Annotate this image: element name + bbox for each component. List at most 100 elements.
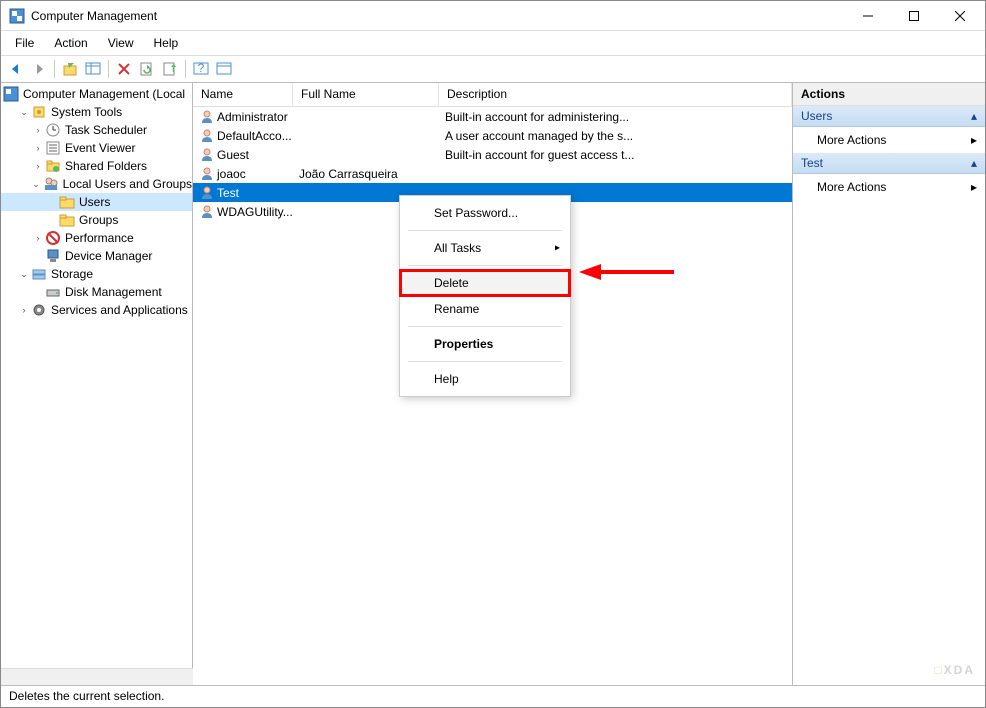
context-menu-item[interactable]: Set Password... [400, 200, 570, 226]
context-menu-item[interactable]: Help [400, 366, 570, 392]
tree-item-label: Task Scheduler [65, 123, 147, 137]
tree-item[interactable]: › Services and Applications [1, 301, 192, 319]
statusbar: Deletes the current selection. [1, 685, 985, 707]
tree-collapse-icon[interactable]: ⌄ [29, 177, 42, 191]
context-menu-item[interactable]: Properties [400, 331, 570, 357]
tree-item-label: Shared Folders [65, 159, 147, 173]
list-cell-name: joaoc [217, 167, 246, 181]
tree-item-label: Device Manager [65, 249, 152, 263]
storage-icon [31, 266, 47, 282]
chevron-right-icon: ▸ [971, 180, 977, 194]
context-menu: Set Password... All Tasks▸ DeleteRename Pro… [399, 195, 571, 397]
shared-folders-icon [45, 158, 61, 174]
list-row[interactable]: joaoc João Carrasqueira [193, 164, 792, 183]
context-menu-label: Set Password... [434, 206, 518, 220]
menubar: File Action View Help [1, 31, 985, 55]
collapse-icon: ▴ [971, 109, 977, 123]
user-icon [199, 109, 215, 125]
maximize-button[interactable] [891, 1, 937, 31]
tree-item[interactable]: › Task Scheduler [1, 121, 192, 139]
help-button[interactable]: ? [190, 58, 212, 80]
list-row[interactable]: Administrator Built-in account for admini… [193, 107, 792, 126]
tree-expand-icon[interactable]: › [31, 159, 45, 173]
list-cell-description: Built-in account for guest access t... [445, 148, 634, 162]
list-header-description[interactable]: Description [439, 83, 792, 106]
context-menu-label: Properties [434, 337, 493, 351]
list-header-fullname[interactable]: Full Name [293, 83, 439, 106]
actions-title: Actions [793, 83, 985, 106]
list-cell-fullname: João Carrasqueira [299, 167, 398, 181]
actions-panel: Actions Users ▴ More Actions ▸ Test ▴ Mo… [793, 83, 985, 685]
context-menu-separator [408, 230, 562, 231]
performance-icon [45, 230, 61, 246]
tree-panel[interactable]: Computer Management (Local ⌄System Tools… [1, 83, 193, 685]
tree-item[interactable]: ⌄System Tools [1, 103, 192, 121]
folder-icon [59, 212, 75, 228]
tree-root[interactable]: Computer Management (Local [1, 85, 192, 103]
titlebar: Computer Management [1, 1, 985, 31]
tree-item-label: Performance [65, 231, 134, 245]
refresh-button[interactable] [136, 58, 158, 80]
up-button[interactable] [59, 58, 81, 80]
list-row[interactable]: Guest Built-in account for guest access t… [193, 145, 792, 164]
tree-item-label: Local Users and Groups [63, 177, 192, 191]
tree-expand-icon[interactable]: › [31, 123, 45, 137]
list-cell-name: Administrator [217, 110, 288, 124]
tree-item[interactable]: Groups [1, 211, 192, 229]
device-manager-icon [45, 248, 61, 264]
user-icon [199, 128, 215, 144]
tree-expand-icon[interactable]: › [31, 141, 45, 155]
export-button[interactable] [159, 58, 181, 80]
tree-item[interactable]: › Event Viewer [1, 139, 192, 157]
list-cell-name: Test [217, 186, 239, 200]
tree-item[interactable]: Users [1, 193, 192, 211]
list-header-name[interactable]: Name [193, 83, 293, 106]
actions-more-users[interactable]: More Actions ▸ [793, 127, 985, 153]
task-scheduler-icon [45, 122, 61, 138]
context-menu-separator [408, 265, 562, 266]
list-cell-name: Guest [217, 148, 249, 162]
forward-button[interactable] [28, 58, 50, 80]
collapse-icon: ▴ [971, 156, 977, 170]
extra-button[interactable] [213, 58, 235, 80]
list-row[interactable]: DefaultAcco...A user account managed by … [193, 126, 792, 145]
tree-item-label: Event Viewer [65, 141, 135, 155]
tree-collapse-icon[interactable]: ⌄ [17, 267, 31, 281]
tree-item[interactable]: ⌄ Local Users and Groups [1, 175, 192, 193]
actions-section-test[interactable]: Test ▴ [793, 153, 985, 174]
app-icon [9, 8, 25, 24]
close-button[interactable] [937, 1, 983, 31]
user-icon [199, 147, 215, 163]
tree-item[interactable]: Device Manager [1, 247, 192, 265]
chevron-right-icon: ▸ [555, 243, 560, 254]
show-hide-button[interactable] [82, 58, 104, 80]
context-menu-item[interactable]: Rename [400, 296, 570, 322]
folder-icon [59, 194, 75, 210]
tree-expand-icon[interactable]: › [31, 231, 45, 245]
toolbar: ? [1, 55, 985, 83]
tree-scrollbar[interactable] [1, 668, 193, 685]
tree-collapse-icon[interactable]: ⌄ [17, 105, 31, 119]
tree-item[interactable]: › Shared Folders [1, 157, 192, 175]
tree-item-label: Services and Applications [51, 303, 188, 317]
svg-text:?: ? [198, 61, 205, 75]
back-button[interactable] [5, 58, 27, 80]
context-menu-item[interactable]: All Tasks▸ [400, 235, 570, 261]
tree-item[interactable]: ⌄Storage [1, 265, 192, 283]
minimize-button[interactable] [845, 1, 891, 31]
window-title: Computer Management [31, 9, 845, 23]
tree-item[interactable]: › Performance [1, 229, 192, 247]
tree-item[interactable]: Disk Management [1, 283, 192, 301]
tree-item-label: Disk Management [65, 285, 162, 299]
menu-view[interactable]: View [98, 33, 144, 53]
list-cell-description: Built-in account for administering... [445, 110, 629, 124]
actions-section-users[interactable]: Users ▴ [793, 106, 985, 127]
context-menu-label: Help [434, 372, 459, 386]
delete-button[interactable] [113, 58, 135, 80]
menu-file[interactable]: File [5, 33, 44, 53]
actions-more-test[interactable]: More Actions ▸ [793, 174, 985, 200]
menu-help[interactable]: Help [144, 33, 189, 53]
tree-expand-icon[interactable]: › [17, 303, 31, 317]
context-menu-item[interactable]: Delete [400, 270, 570, 296]
menu-action[interactable]: Action [44, 33, 97, 53]
